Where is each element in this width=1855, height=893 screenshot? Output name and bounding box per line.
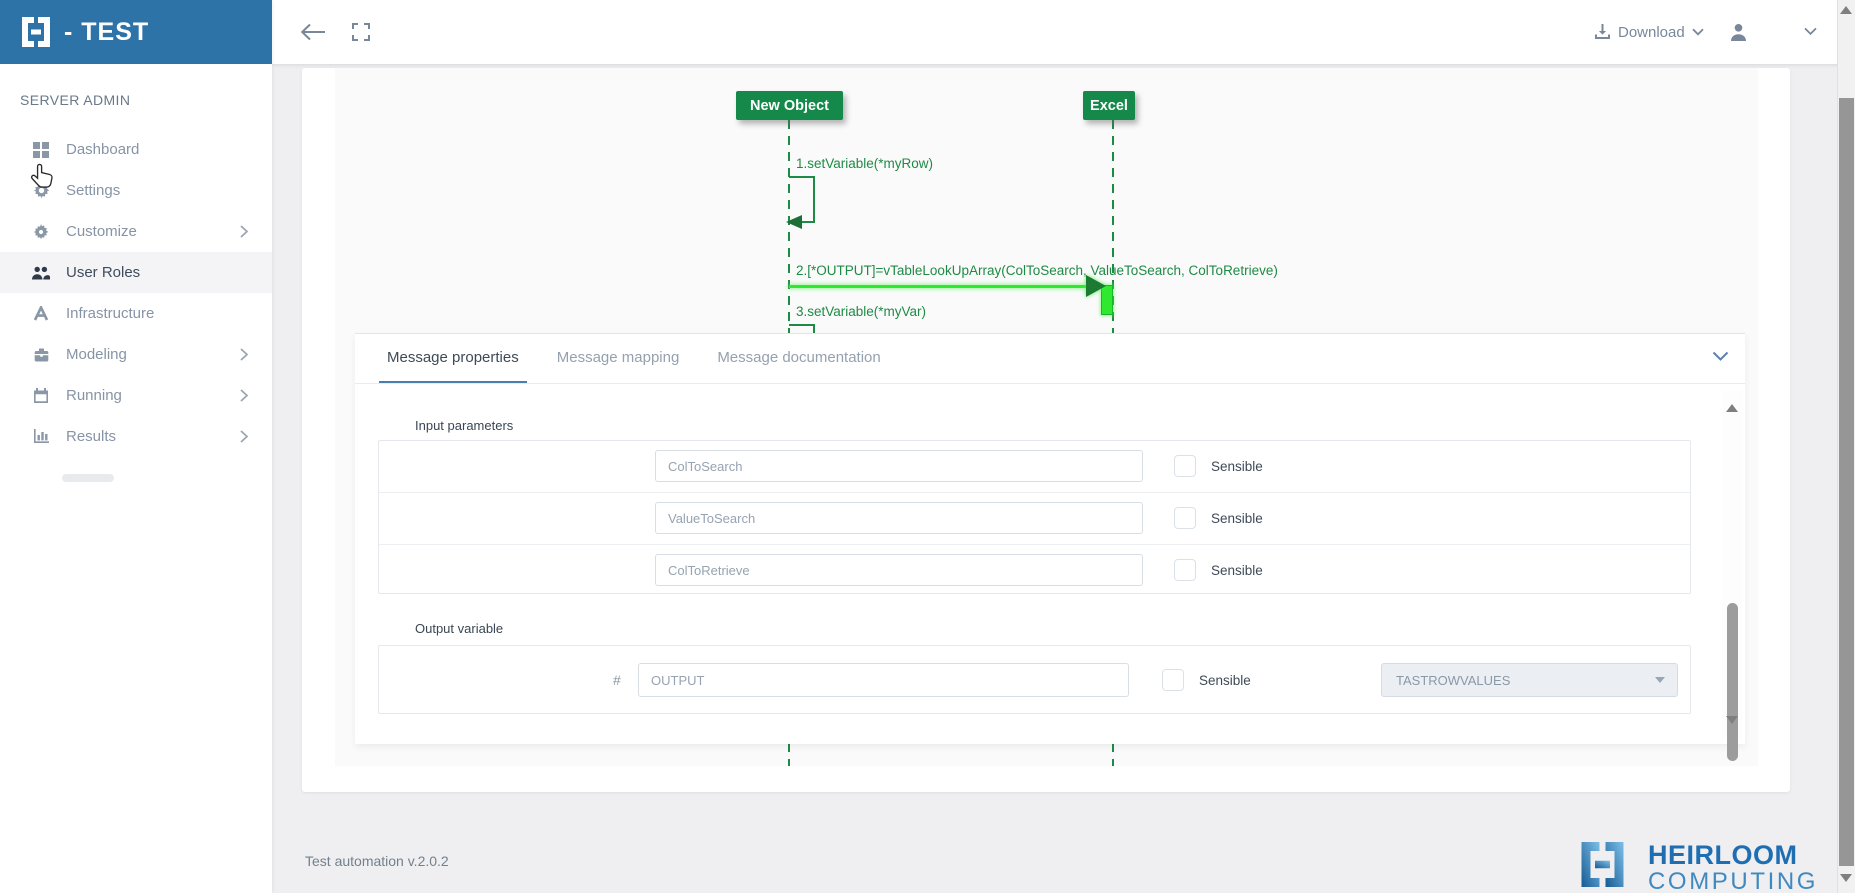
letter-a-icon bbox=[31, 306, 51, 321]
output-prefix: # bbox=[613, 646, 621, 715]
message-1-line bbox=[813, 176, 815, 222]
parameter-row: Sensible bbox=[379, 493, 1690, 545]
message-1-line bbox=[800, 221, 815, 223]
sensible-checkbox[interactable] bbox=[1174, 455, 1196, 477]
panel-scrollbar-thumb[interactable] bbox=[1727, 603, 1738, 761]
message-2-arrowhead-icon bbox=[1086, 275, 1106, 297]
fullscreen-icon[interactable] bbox=[352, 23, 370, 41]
app-logo-icon bbox=[20, 15, 52, 49]
sidebar: - TEST SERVER ADMIN Dashboard Settings bbox=[0, 0, 272, 893]
calendar-icon bbox=[31, 388, 51, 404]
app-version-text: Test automation v.2.0.2 bbox=[305, 853, 449, 869]
panel-collapse-chevron-icon[interactable] bbox=[1712, 349, 1729, 367]
download-button[interactable]: Download bbox=[1594, 0, 1704, 64]
sidebar-section-label: SERVER ADMIN bbox=[20, 92, 130, 108]
scroll-up-arrow-icon[interactable] bbox=[1840, 6, 1852, 14]
sensible-label: Sensible bbox=[1211, 545, 1263, 596]
message-properties-panel: Message properties Message mapping Messa… bbox=[355, 333, 1745, 744]
message-1-arrowhead-icon bbox=[786, 215, 802, 229]
output-variable-title: Output variable bbox=[415, 621, 503, 636]
mouse-cursor-hand bbox=[30, 163, 54, 195]
chevron-down-icon[interactable] bbox=[1804, 27, 1817, 36]
scroll-up-arrow-icon[interactable] bbox=[1726, 404, 1738, 412]
sidebar-item-label: Customize bbox=[66, 223, 137, 240]
sidebar-item-running[interactable]: Running bbox=[0, 375, 272, 416]
back-arrow-icon[interactable] bbox=[300, 22, 326, 42]
sidebar-item-customize[interactable]: Customize bbox=[0, 211, 272, 252]
input-parameters-title: Input parameters bbox=[415, 418, 513, 433]
scroll-down-arrow-icon[interactable] bbox=[1726, 716, 1738, 724]
lifeline-excel-lower bbox=[1112, 743, 1114, 766]
user-icon[interactable] bbox=[1730, 23, 1747, 41]
users-icon bbox=[31, 266, 51, 280]
message-2-line-selected[interactable] bbox=[789, 285, 1087, 288]
tab-message-mapping[interactable]: Message mapping bbox=[549, 334, 688, 383]
diagram-message-3[interactable]: 3.setVariable(*myVar) bbox=[796, 304, 926, 319]
input-parameters-box: Sensible Sensible Sensible bbox=[378, 440, 1691, 594]
tab-message-documentation[interactable]: Message documentation bbox=[709, 334, 888, 383]
browser-scrollbar-thumb[interactable] bbox=[1839, 98, 1854, 866]
parameter-input[interactable] bbox=[655, 450, 1143, 482]
sidebar-item-infrastructure[interactable]: Infrastructure bbox=[0, 293, 272, 334]
sidebar-logo-header: - TEST bbox=[0, 0, 272, 64]
diagram-message-1[interactable]: 1.setVariable(*myRow) bbox=[796, 156, 933, 171]
sensible-checkbox[interactable] bbox=[1174, 559, 1196, 581]
lifeline-new-object-lower bbox=[788, 743, 790, 766]
sidebar-item-label: Dashboard bbox=[66, 141, 139, 158]
parameter-row: Sensible bbox=[379, 545, 1690, 596]
sensible-checkbox[interactable] bbox=[1174, 507, 1196, 529]
dropdown-caret-icon bbox=[1655, 677, 1665, 683]
browser-scrollbar[interactable] bbox=[1837, 0, 1855, 893]
diagram-actor-new-object[interactable]: New Object bbox=[736, 91, 843, 120]
sidebar-item-label: Running bbox=[66, 387, 122, 404]
sensible-label: Sensible bbox=[1211, 493, 1263, 544]
output-variable-box: # Sensible TASTROWVALUES bbox=[378, 645, 1691, 714]
sidebar-item-label: Modeling bbox=[66, 346, 127, 363]
chevron-right-icon bbox=[240, 430, 248, 443]
sensible-label: Sensible bbox=[1199, 646, 1251, 715]
bar-chart-icon bbox=[31, 429, 51, 444]
chevron-right-icon bbox=[240, 389, 248, 402]
scroll-down-arrow-icon[interactable] bbox=[1840, 874, 1852, 882]
sidebar-item-label: User Roles bbox=[66, 264, 140, 281]
app-title: - TEST bbox=[64, 18, 149, 47]
output-type-dropdown[interactable]: TASTROWVALUES bbox=[1381, 663, 1678, 697]
chevron-right-icon bbox=[240, 348, 248, 361]
parameter-row: Sensible bbox=[379, 441, 1690, 493]
sidebar-item-label: Results bbox=[66, 428, 116, 445]
sensible-label: Sensible bbox=[1211, 441, 1263, 492]
briefcase-icon bbox=[31, 347, 51, 362]
brand-name-line1: HEIRLOOM bbox=[1648, 840, 1798, 871]
message-1-line bbox=[789, 176, 815, 178]
sidebar-item-user-roles[interactable]: User Roles bbox=[0, 252, 272, 293]
download-icon bbox=[1594, 24, 1611, 40]
chevron-down-icon bbox=[1692, 28, 1704, 36]
panel-scrollbar[interactable] bbox=[1722, 391, 1743, 739]
topbar: Download bbox=[272, 0, 1855, 64]
diagram-actor-excel[interactable]: Excel bbox=[1083, 91, 1135, 120]
gear-icon bbox=[31, 224, 51, 240]
message-3-line bbox=[813, 324, 815, 333]
sidebar-item-label: Settings bbox=[66, 182, 120, 199]
app-window: - TEST SERVER ADMIN Dashboard Settings bbox=[0, 0, 1855, 893]
output-type-value: TASTROWVALUES bbox=[1396, 673, 1510, 688]
brand-name-line2: COMPUTING bbox=[1648, 868, 1818, 893]
output-variable-input[interactable] bbox=[638, 663, 1129, 697]
grid-icon bbox=[31, 142, 51, 158]
parameter-input[interactable] bbox=[655, 502, 1143, 534]
parameter-input[interactable] bbox=[655, 554, 1143, 586]
sidebar-item-label: Infrastructure bbox=[66, 305, 154, 322]
heirloom-logo-icon bbox=[1580, 839, 1625, 893]
sensible-checkbox[interactable] bbox=[1162, 669, 1184, 691]
download-label: Download bbox=[1618, 24, 1685, 41]
sidebar-item-results[interactable]: Results bbox=[0, 416, 272, 457]
sidebar-item-partial bbox=[62, 474, 114, 482]
tab-message-properties[interactable]: Message properties bbox=[379, 334, 527, 383]
message-3-line bbox=[789, 324, 815, 326]
sidebar-item-modeling[interactable]: Modeling bbox=[0, 334, 272, 375]
chevron-right-icon bbox=[240, 225, 248, 238]
diagram-message-2[interactable]: 2.[*OUTPUT]=vTableLookUpArray(ColToSearc… bbox=[796, 263, 1278, 278]
panel-tabs: Message properties Message mapping Messa… bbox=[355, 334, 1745, 384]
